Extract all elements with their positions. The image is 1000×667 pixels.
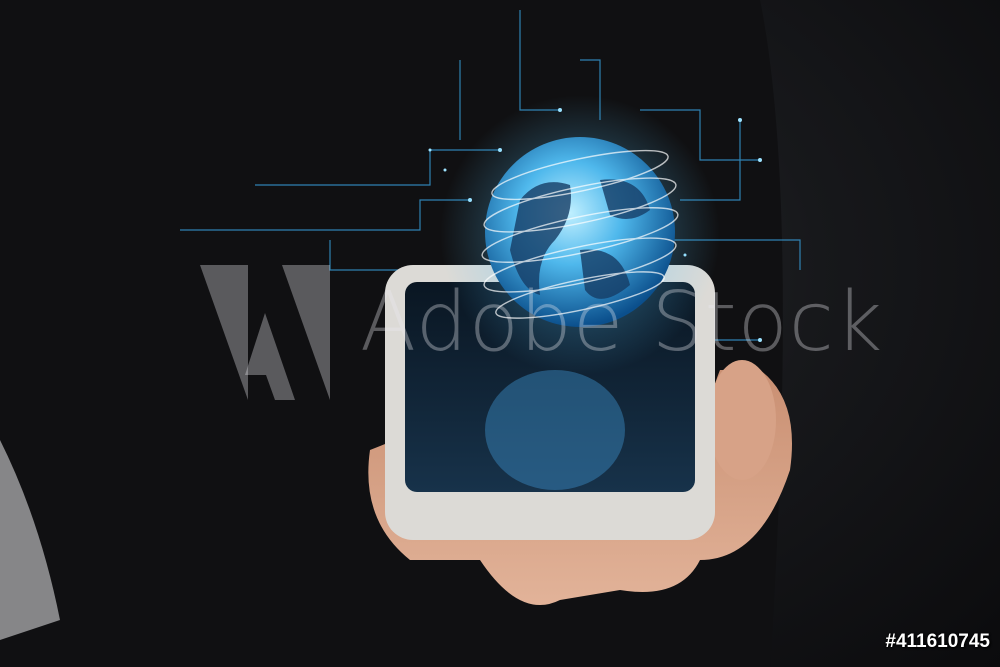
watermark-text: Adobe Stock [360, 275, 884, 370]
photo-stage: Adobe Stock #411610745 [0, 0, 1000, 667]
thumb [708, 360, 776, 480]
stock-image-id: #411610745 [885, 631, 990, 652]
adobe-a-icon [200, 265, 330, 400]
screen-globe-reflection [485, 370, 625, 490]
